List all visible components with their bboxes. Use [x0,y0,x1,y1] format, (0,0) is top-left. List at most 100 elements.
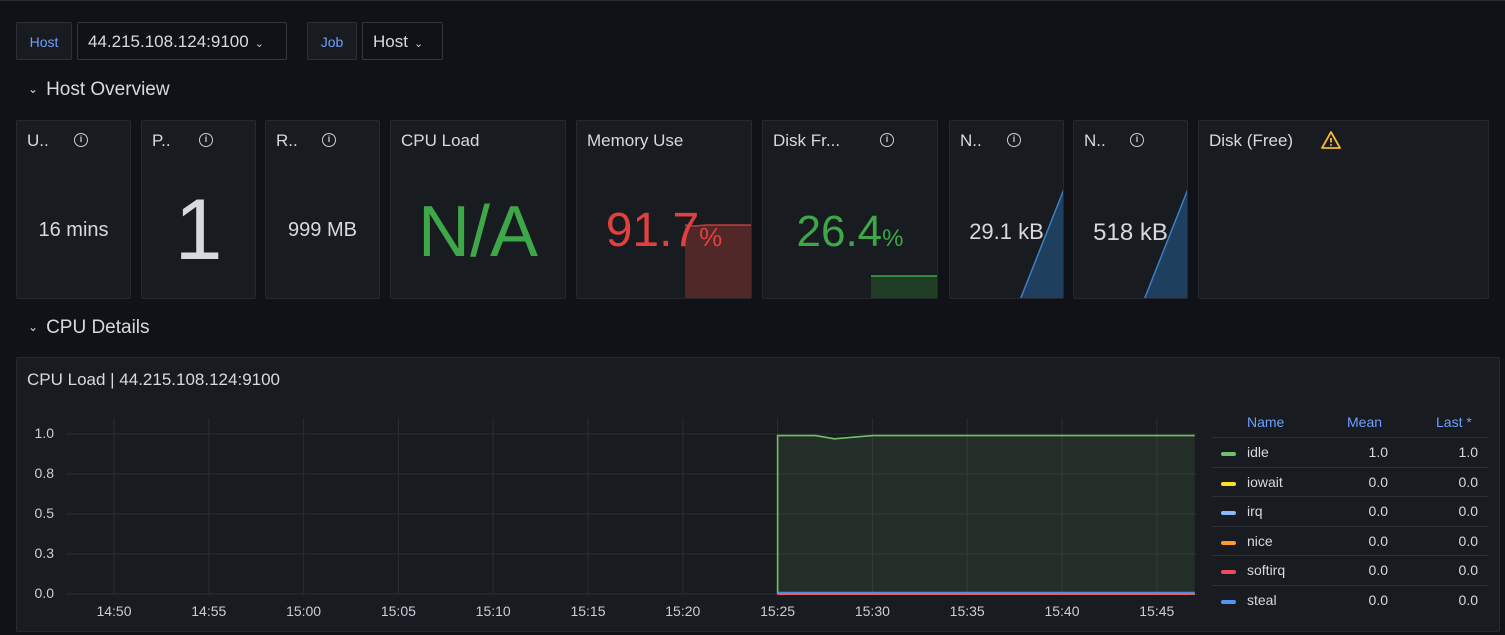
legend-last-value: 0.0 [1458,473,1478,490]
panel-title: Memory Use [587,131,684,150]
legend-row-iowait[interactable]: iowait 0.0 0.0 [1212,466,1488,496]
uptime-panel[interactable]: U.. i 16 mins [16,120,131,299]
disk-free-panel[interactable]: Disk (Free) [1198,120,1489,299]
info-icon[interactable]: i [1130,133,1144,147]
panel-title: N.. [1084,131,1106,150]
stat-value: 1 [174,182,223,278]
ram-panel[interactable]: R.. i 999 MB [265,120,380,299]
stat-value: N/A [417,192,539,272]
stat-value: 91.7% [577,203,751,258]
stat-value: 999 MB [288,219,357,241]
legend-last-value: 0.0 [1458,503,1478,519]
x-tick-label: 14:50 [96,603,132,619]
legend-header-last[interactable]: Last * [1436,414,1472,430]
legend-header-mean[interactable]: Mean [1347,414,1382,430]
legend-row-idle[interactable]: idle 1.0 1.0 [1212,437,1488,466]
row-host-overview[interactable]: ⌄ Host Overview [28,79,170,101]
host-variable-value: 44.215.108.124:9100 [88,32,249,51]
info-icon[interactable]: i [880,133,894,147]
warning-icon[interactable] [1321,131,1341,149]
legend-mean-value: 0.0 [1368,532,1388,549]
x-tick-label: 14:55 [191,603,227,619]
legend-series-name: softirq [1247,562,1286,578]
cpu-load-panel[interactable]: CPU Load N/A [390,120,566,299]
job-variable-select[interactable]: Host ⌄ [362,22,443,60]
stat-number: 91.7 [605,204,700,257]
network-out-panel[interactable]: N.. i 518 kB [1073,120,1188,299]
y-tick-label: 0.3 [34,545,54,561]
legend-swatch [1221,452,1236,456]
info-icon[interactable]: i [74,133,88,147]
y-tick-label: 0.5 [34,505,54,521]
legend-swatch [1221,570,1236,574]
host-variable-select[interactable]: 44.215.108.124:9100 ⌄ [77,22,287,60]
legend-mean-value: 0.0 [1368,473,1388,490]
legend-row-steal[interactable]: steal 0.0 0.0 [1212,584,1488,614]
legend-row-nice[interactable]: nice 0.0 0.0 [1212,525,1488,555]
panel-title: N.. [960,131,982,150]
row-title-label: CPU Details [46,317,150,338]
memory-use-panel[interactable]: Memory Use 91.7% [576,120,752,299]
disk-free-stat-panel[interactable]: Disk Fr... i 26.4% [762,120,938,299]
y-tick-label: 0.0 [34,585,54,601]
x-tick-label: 15:10 [475,603,511,619]
top-border [0,0,1505,1]
legend-swatch [1221,599,1236,604]
stat-unit: % [882,225,904,252]
job-variable-label: Job [307,22,357,60]
panel-title: Disk (Free) [1209,131,1294,150]
y-tick-label: 0.8 [34,465,54,481]
stat-value: 26.4% [763,207,937,257]
processors-panel[interactable]: P.. i 1 [141,120,256,299]
chevron-down-icon: ⌄ [28,82,39,96]
x-tick-label: 15:45 [1139,603,1175,619]
panel-title: CPU Load | 44.215.108.124:9100 [27,370,281,389]
legend-series-name: nice [1247,532,1273,549]
x-tick-label: 15:30 [854,603,890,619]
x-tick-label: 15:15 [570,603,606,619]
stat-unit: % [699,222,723,252]
host-variable-label: Host [16,22,72,60]
row-cpu-details[interactable]: ⌄ CPU Details [28,317,150,339]
panel-title: P.. [152,131,171,150]
stat-value: 16 mins [38,219,109,241]
info-icon[interactable]: i [322,133,336,147]
info-icon[interactable]: i [1007,133,1021,147]
panel-title: CPU Load [401,131,480,150]
legend-last-value: 0.0 [1458,591,1478,608]
legend-row-irq[interactable]: irq 0.0 0.0 [1212,496,1488,525]
legend-swatch [1221,511,1236,515]
legend-row-softirq[interactable]: softirq 0.0 0.0 [1212,555,1488,584]
legend-header-name[interactable]: Name [1247,414,1284,430]
legend-series-name: idle [1247,444,1269,460]
legend-series-name: steal [1247,591,1277,608]
legend-last-value: 1.0 [1458,444,1478,460]
chevron-down-icon: ⌄ [254,38,264,50]
legend-mean-value: 0.0 [1368,591,1388,608]
legend-mean-value: 0.0 [1368,503,1388,519]
legend-last-value: 0.0 [1458,562,1478,578]
panel-title: R.. [276,131,298,150]
x-tick-label: 15:20 [665,603,701,619]
legend-last-value: 0.0 [1458,532,1478,549]
legend-swatch [1221,481,1236,486]
legend-series-name: iowait [1247,473,1283,490]
x-tick-label: 15:25 [760,603,796,619]
chevron-down-icon: ⌄ [413,38,424,50]
job-variable-value: Host [373,32,408,51]
chevron-down-icon: ⌄ [28,320,39,334]
panel-title: Disk Fr... [773,131,841,150]
legend-mean-value: 0.0 [1368,562,1388,578]
stat-value: 29.1 kB [969,219,1044,244]
legend-mean-value: 1.0 [1368,444,1388,460]
x-tick-label: 15:40 [1044,603,1080,619]
x-tick-label: 15:05 [380,603,416,619]
x-tick-label: 15:35 [949,603,985,619]
panel-title: U.. [27,131,49,150]
network-in-panel[interactable]: N.. i 29.1 kB [949,120,1064,299]
row-title-label: Host Overview [46,79,170,100]
info-icon[interactable]: i [199,133,213,147]
stat-number: 26.4 [796,207,883,256]
stat-value: 518 kB [1093,219,1168,246]
legend-series-name: irq [1247,503,1263,519]
